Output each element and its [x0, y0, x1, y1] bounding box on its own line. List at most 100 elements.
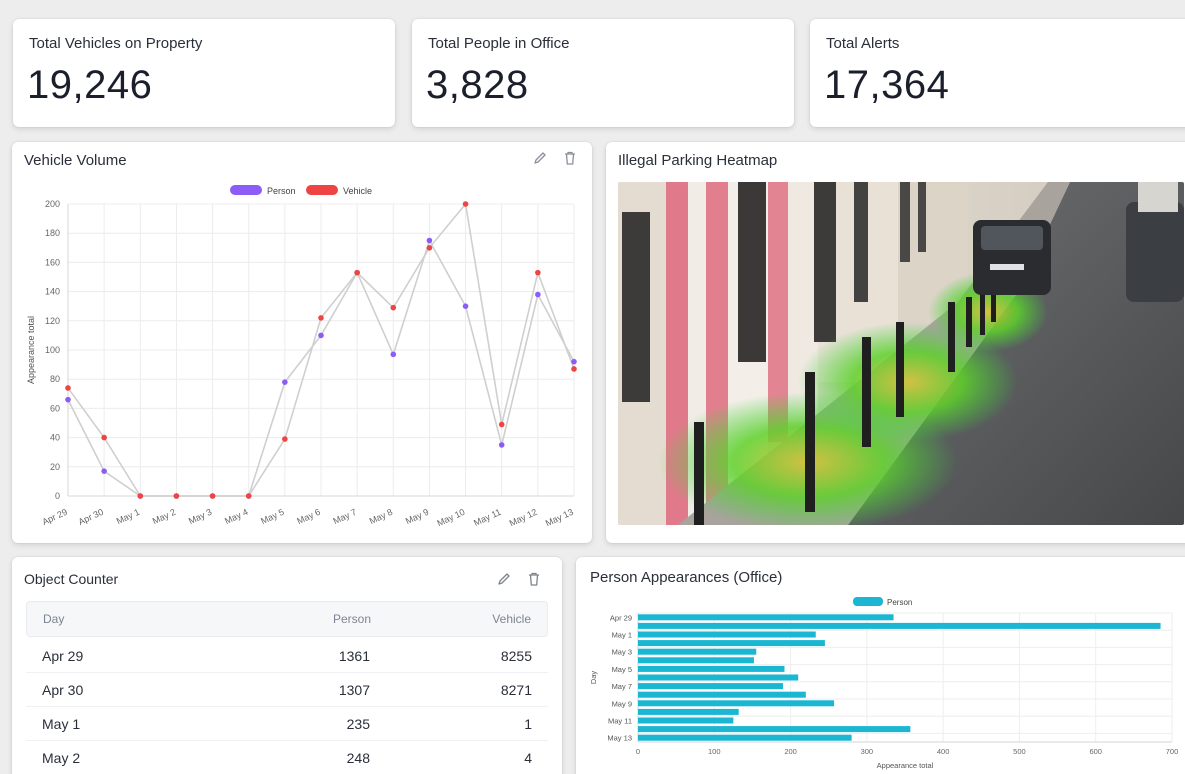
legend-swatch: [306, 185, 338, 195]
cell-person: 248: [346, 749, 370, 766]
cell-vehicle: 8271: [500, 681, 532, 698]
data-point-vehicle: [318, 315, 324, 321]
object-counter-panel: Object Counter Day Person Vehicle Apr 29…: [12, 557, 562, 774]
bar: [638, 691, 806, 698]
trash-icon[interactable]: [526, 571, 542, 587]
x-axis-label: Appearance total: [877, 761, 934, 770]
legend-swatch: [853, 597, 883, 606]
data-point-person: [571, 358, 577, 365]
x-tick-label: 300: [861, 747, 874, 756]
bar: [638, 665, 785, 672]
data-point-vehicle: [245, 493, 252, 499]
stat-label: Total Alerts: [826, 35, 900, 52]
x-tick-label: May 7: [332, 507, 358, 526]
stat-label: Total People in Office: [428, 35, 570, 52]
y-tick-label: 140: [45, 287, 60, 297]
bar: [638, 648, 757, 655]
vehicle-volume-chart: 0 20 40 60 80 100 120 140 160 180 200 Apr 29 Apr 30 M…: [26, 185, 577, 529]
data-point-vehicle: [209, 493, 216, 499]
cell-day: Apr 30: [42, 681, 84, 698]
bar: [638, 700, 835, 707]
bar: [638, 657, 754, 664]
cell-day: May 2: [42, 749, 81, 766]
x-tick-label: May 10: [435, 507, 466, 529]
y-tick-label: 160: [45, 257, 60, 267]
x-tick-label: May 5: [259, 507, 285, 526]
y-axis-label: Appearance total: [26, 316, 36, 384]
x-tick-label: May 8: [368, 507, 394, 526]
x-tick-label: 700: [1166, 747, 1179, 756]
bar: [638, 683, 783, 690]
y-tick-label: 100: [45, 345, 60, 355]
column-header-vehicle[interactable]: Vehicle: [371, 612, 531, 626]
x-tick-label: 400: [937, 747, 950, 756]
bar: [638, 614, 894, 621]
bar: [638, 631, 816, 638]
legend-label: Vehicle: [343, 186, 372, 196]
person-appearances-chart: 0 100 200 300 400 500 600 700 Apr 29 May 1 May 3 Ma…: [589, 597, 1179, 770]
column-header-day[interactable]: Day: [43, 612, 243, 626]
x-tick-label: 500: [1013, 747, 1026, 756]
vehicle-volume-panel: Vehicle Volume 0 20 40 60 80 100 120 140 160 180 2…: [12, 142, 592, 543]
heatmap-panel: Illegal Parking Heatmap: [606, 142, 1185, 543]
stat-card-people: Total People in Office 3,828: [412, 19, 794, 127]
legend-label: Person: [887, 598, 912, 607]
y-tick-label: May 5: [612, 665, 632, 674]
x-tick-label: May 12: [508, 507, 539, 529]
data-point-vehicle: [498, 421, 505, 428]
stat-card-alerts: Total Alerts 17,364: [810, 19, 1185, 127]
y-tick-label: May 3: [612, 648, 632, 657]
data-point-vehicle: [101, 434, 107, 441]
table-row: Apr 30 1307 8271: [26, 673, 548, 707]
y-tick-label: Apr 29: [610, 613, 632, 622]
stat-label: Total Vehicles on Property: [29, 35, 203, 52]
table-row: May 1 235 1: [26, 707, 548, 741]
y-tick-label: May 9: [612, 699, 632, 708]
y-tick-label: 60: [50, 403, 60, 413]
column-header-person[interactable]: Person: [243, 612, 371, 626]
bar: [638, 734, 852, 741]
pencil-icon[interactable]: [496, 571, 512, 587]
y-tick-label: May 13: [607, 734, 632, 743]
object-counter-table: Day Person Vehicle Apr 29 1361 8255 Apr …: [26, 601, 548, 774]
table-header: Day Person Vehicle: [26, 601, 548, 637]
stat-value: 17,364: [824, 63, 950, 107]
y-tick-label: 200: [45, 199, 60, 209]
bar: [638, 717, 734, 724]
data-point-vehicle: [426, 245, 433, 251]
data-point-person: [282, 379, 288, 385]
y-tick-label: 0: [55, 491, 60, 501]
x-tick-label: May 6: [295, 507, 321, 526]
person-appearances-panel: Person Appearances (Office) 0 100 200 300 40…: [576, 557, 1185, 774]
data-point-vehicle: [65, 385, 71, 391]
table-row: May 2 248 4: [26, 741, 548, 774]
data-point-person: [462, 303, 469, 309]
stat-card-vehicles: Total Vehicles on Property 19,246: [13, 19, 395, 127]
x-tick-label: May 1: [115, 507, 141, 526]
y-tick-label: May 11: [608, 717, 632, 726]
cell-person: 1361: [338, 647, 370, 664]
cell-person: 1307: [338, 681, 370, 698]
stat-value: 19,246: [27, 63, 153, 107]
x-tick-label: 0: [636, 747, 640, 756]
panel-title: Illegal Parking Heatmap: [618, 152, 778, 169]
x-tick-label: May 9: [404, 507, 430, 526]
data-point-vehicle: [571, 366, 577, 372]
bar: [638, 622, 1161, 629]
x-tick-label: May 11: [472, 507, 502, 528]
panel-title: Object Counter: [24, 571, 119, 587]
heatmap-image: [618, 182, 1184, 525]
data-point-person: [535, 291, 541, 298]
y-tick-label: 80: [50, 374, 60, 384]
x-tick-label: 100: [708, 747, 721, 756]
x-tick-label: May 13: [544, 507, 575, 529]
bar: [638, 726, 911, 733]
data-point-vehicle: [390, 304, 397, 311]
cell-day: May 1: [42, 715, 81, 732]
cell-day: Apr 29: [42, 647, 84, 664]
y-tick-label: 180: [45, 228, 60, 238]
x-tick-label: Apr 30: [77, 507, 105, 527]
data-point-vehicle: [462, 201, 469, 207]
data-point-vehicle: [173, 493, 180, 499]
data-point-person: [390, 351, 397, 358]
